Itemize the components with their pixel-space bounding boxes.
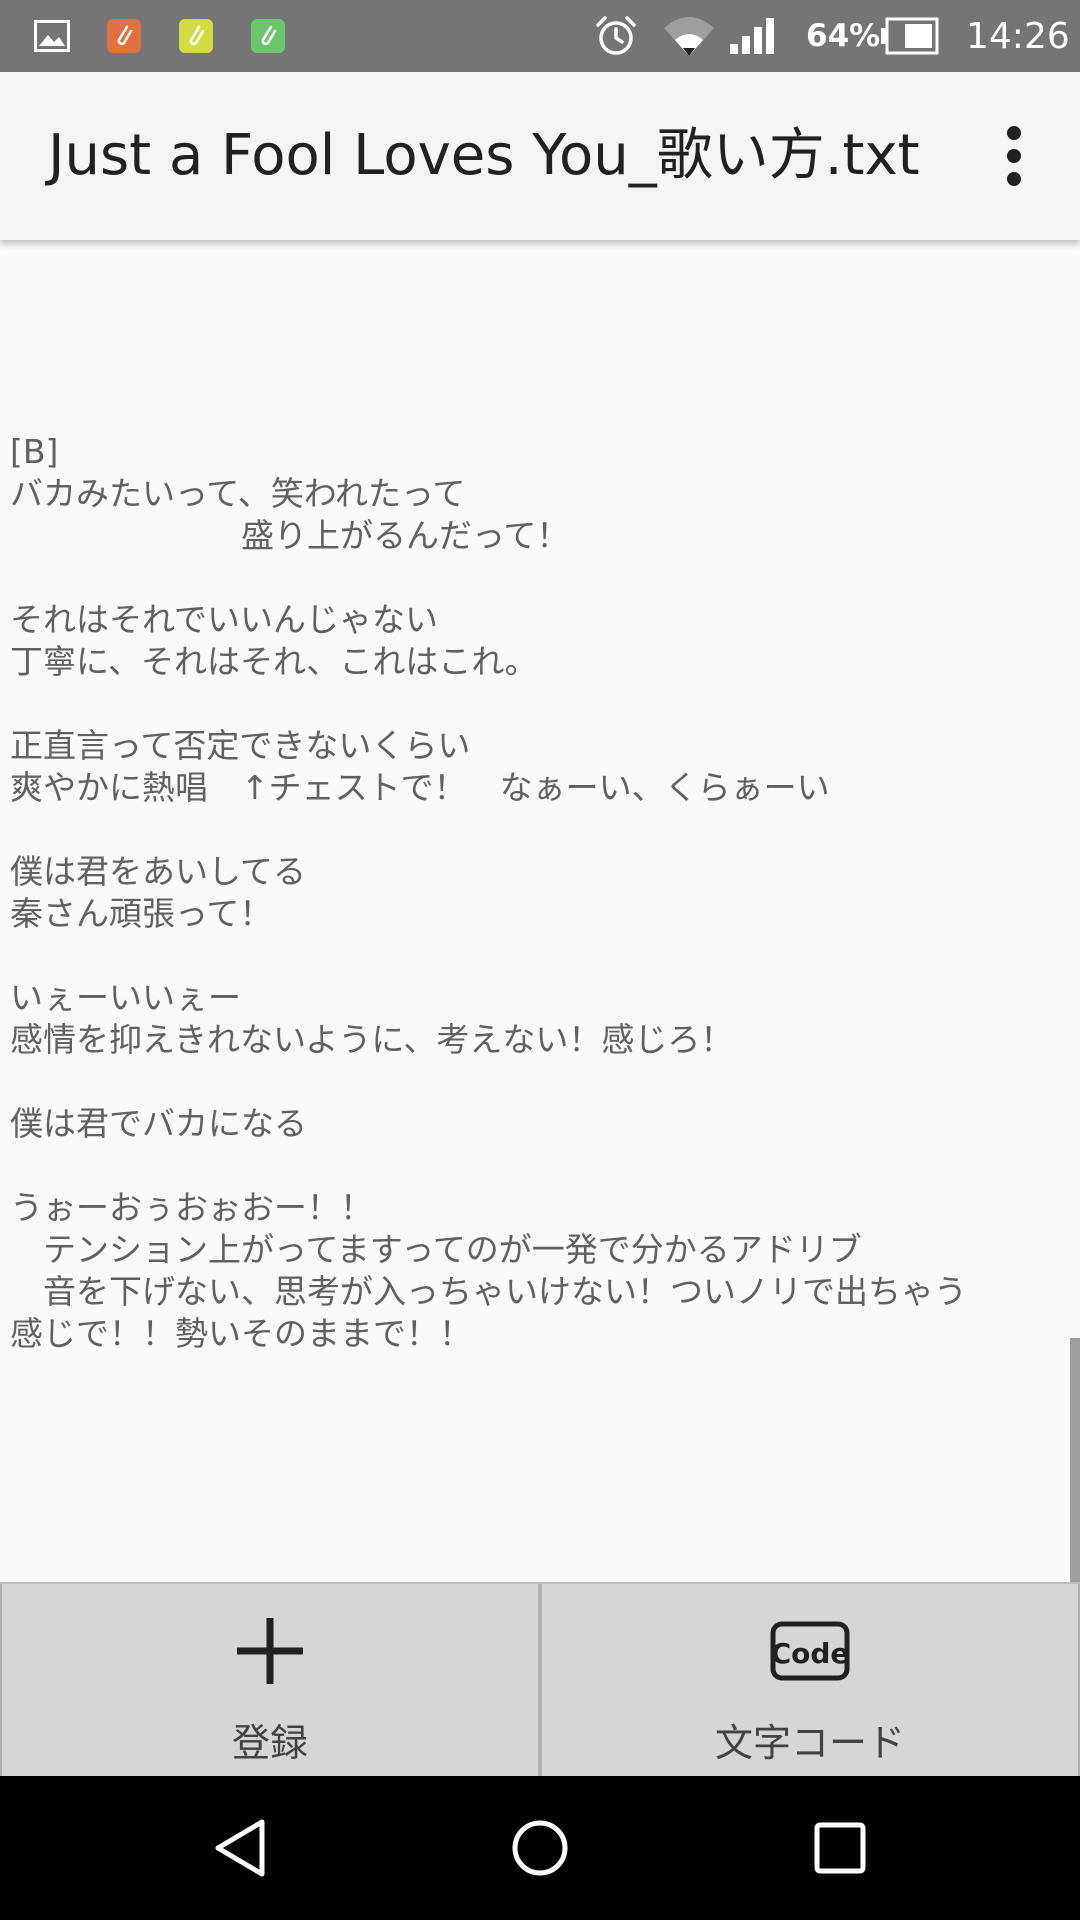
code-icon: Code <box>542 1606 1078 1696</box>
clip-yellow-icon <box>178 0 214 72</box>
app-bar: Just a Fool Loves You_歌い方.txt <box>0 72 1080 240</box>
page-title: Just a Fool Loves You_歌い方.txt <box>48 123 920 188</box>
home-icon[interactable] <box>504 1812 576 1884</box>
alarm-icon <box>594 0 638 72</box>
gallery-icon <box>34 0 70 72</box>
clip-green-icon <box>250 0 286 72</box>
clip-orange-icon <box>106 0 142 72</box>
status-bar: 64% 14:26 <box>0 0 1080 72</box>
signal-icon <box>728 0 776 72</box>
clock: 14:26 <box>966 15 1070 57</box>
text-content-area[interactable]: [B] バカみたいって、笑われたって 盛り上がるんだって！ それはそれでいいんじ… <box>0 240 1080 1582</box>
battery-percentage: 64% <box>806 18 881 54</box>
plus-icon <box>2 1606 538 1696</box>
encoding-button[interactable]: Code 文字コード <box>540 1584 1080 1778</box>
bottom-action-bar: 登録 Code 文字コード <box>0 1582 1080 1778</box>
back-icon[interactable] <box>204 1812 276 1884</box>
overflow-menu-icon[interactable] <box>982 124 1046 188</box>
register-label: 登録 <box>231 1721 308 1765</box>
battery-icon <box>879 0 939 72</box>
recents-icon[interactable] <box>804 1812 876 1884</box>
navigation-bar <box>0 1776 1080 1920</box>
scrollbar[interactable] <box>1070 1338 1080 1582</box>
register-button[interactable]: 登録 <box>0 1584 540 1778</box>
wifi-icon <box>662 0 716 72</box>
code-icon-text: Code <box>771 1637 850 1670</box>
encoding-label: 文字コード <box>714 1721 905 1765</box>
screen: 64% 14:26 Just a Fool Loves You_歌い方.txt … <box>0 0 1080 1920</box>
file-text[interactable]: [B] バカみたいって、笑われたって 盛り上がるんだって！ それはそれでいいんじ… <box>10 431 1070 1355</box>
